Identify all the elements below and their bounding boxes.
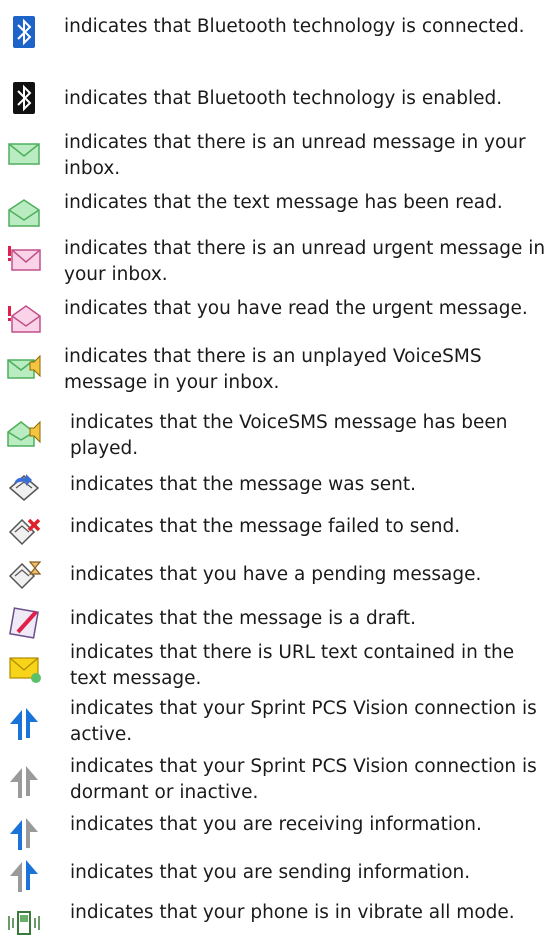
unread-urgent-message-icon	[6, 240, 42, 276]
unplayed-voicesms-icon	[6, 348, 42, 384]
list-item-text: indicates that the message was sent.	[70, 474, 416, 495]
vision-active-icon	[6, 706, 42, 742]
list-item-text: indicates that your Sprint PCS Vision co…	[70, 698, 537, 745]
list-item-text: indicates that the message failed to sen…	[70, 516, 461, 537]
list-item-text: indicates that the text message has been…	[64, 192, 503, 213]
played-voicesms-icon	[6, 414, 42, 450]
unread-message-envelope-icon	[6, 134, 42, 170]
list-item-text: indicates that you have a pending messag…	[70, 564, 482, 585]
bluetooth-enabled-icon	[6, 80, 42, 116]
vibrate-all-icon	[6, 904, 42, 940]
receiving-information-icon	[6, 816, 42, 852]
message-failed-icon	[6, 512, 42, 548]
url-message-icon	[6, 650, 42, 686]
list-item-text: indicates that there is an unread messag…	[64, 132, 526, 179]
list-item-text: indicates that Bluetooth technology is e…	[64, 88, 503, 109]
list-item-text: indicates that your Sprint PCS Vision co…	[70, 756, 537, 803]
message-sent-icon	[6, 470, 42, 506]
sending-information-icon	[6, 858, 42, 894]
message-pending-icon	[6, 556, 42, 592]
list-item-text: indicates that the message is a draft.	[70, 608, 417, 629]
list-item-text: indicates that there is URL text contain…	[70, 642, 515, 689]
list-item-text: indicates that there is an unplayed Voic…	[64, 346, 482, 393]
list-item-text: indicates that Bluetooth technology is c…	[64, 16, 525, 37]
list-item-text: indicates that your phone is in vibrate …	[70, 902, 515, 923]
list-item-text: indicates that you are sending informati…	[70, 862, 471, 883]
bluetooth-connected-icon	[6, 14, 42, 50]
read-urgent-message-icon	[6, 300, 42, 336]
list-item-text: indicates that there is an unread urgent…	[64, 238, 546, 285]
read-message-envelope-icon	[6, 194, 42, 230]
vision-dormant-icon	[6, 764, 42, 800]
list-item-text: indicates that you have read the urgent …	[64, 298, 528, 319]
message-draft-icon	[6, 604, 42, 640]
list-item-text: indicates that you are receiving informa…	[70, 814, 482, 835]
list-item-text: indicates that the VoiceSMS message has …	[70, 412, 508, 459]
